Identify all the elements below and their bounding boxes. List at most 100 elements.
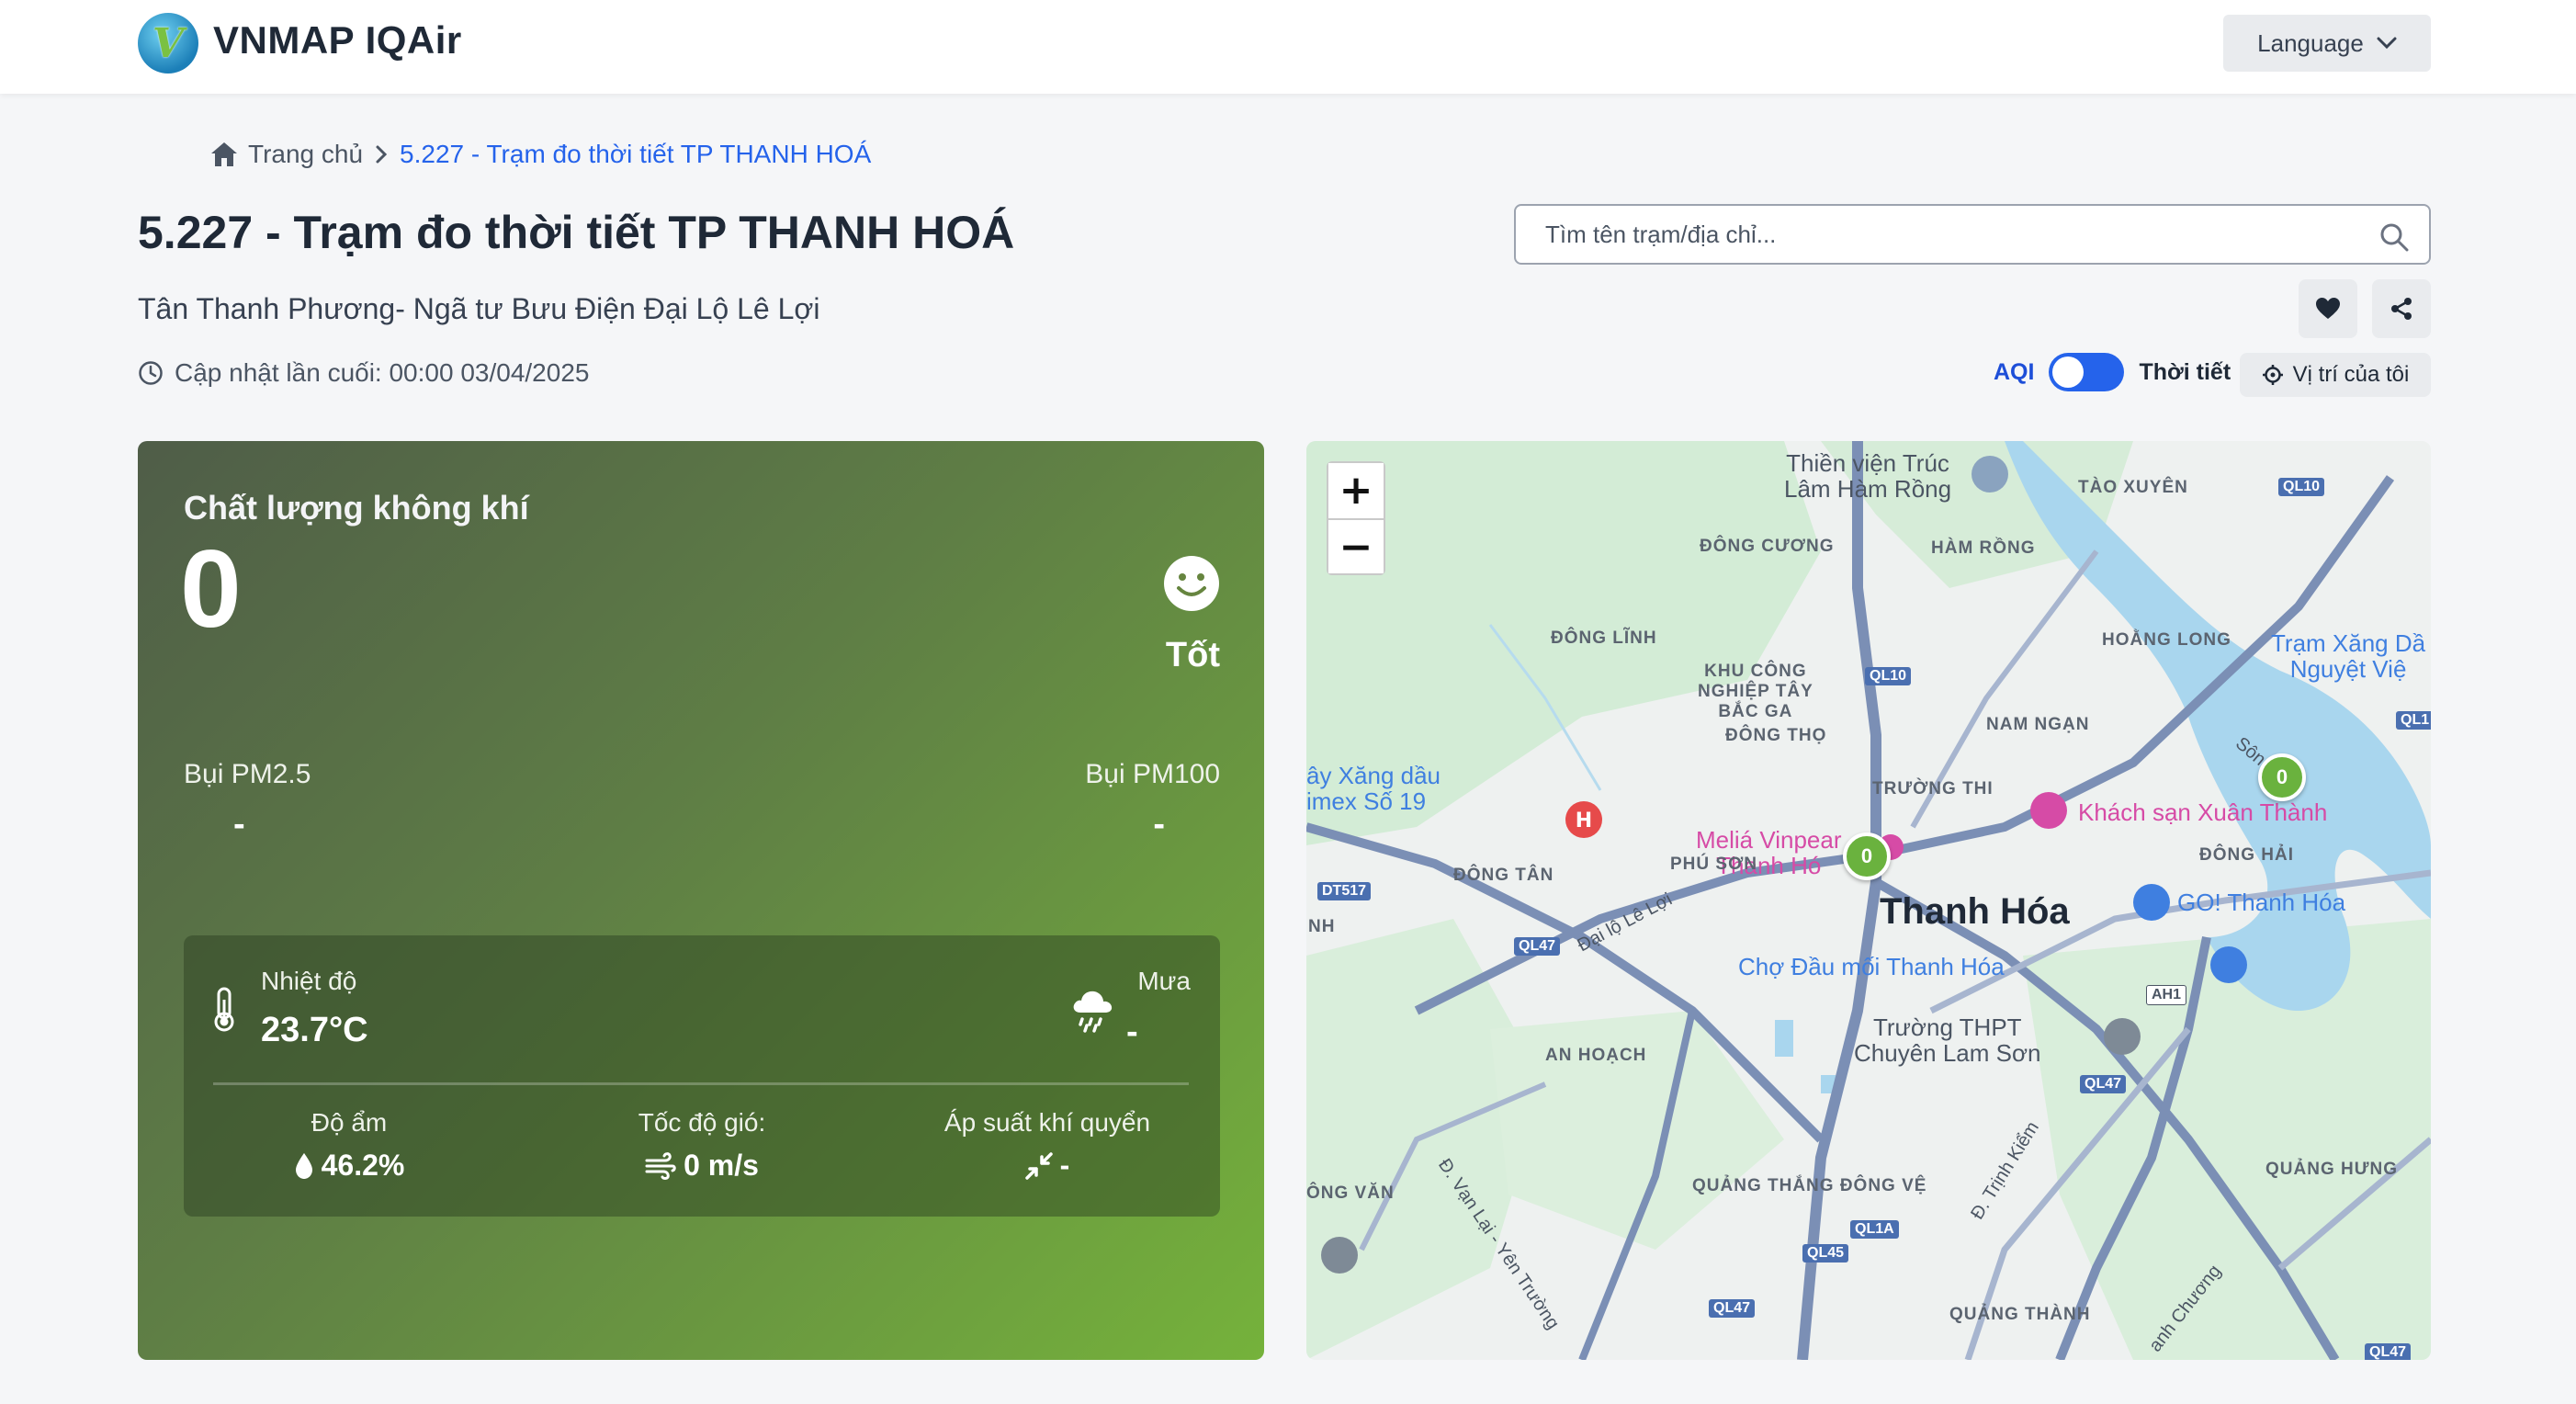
- heart-icon: [2316, 298, 2340, 319]
- my-location-label: Vị trí của tôi: [2292, 362, 2410, 387]
- language-label: Language: [2257, 28, 2364, 57]
- home-icon: [211, 142, 237, 166]
- my-location-button[interactable]: Vị trí của tôi: [2240, 353, 2431, 397]
- thermometer-icon: [214, 987, 234, 1032]
- zoom-in-button[interactable]: +: [1328, 463, 1384, 518]
- station-marker[interactable]: 0: [2258, 753, 2306, 801]
- share-icon: [2391, 298, 2412, 320]
- map-poi-tram-xang[interactable]: Trạm Xăng Dầ Nguyệt Việ: [2271, 630, 2425, 682]
- toggle-weather-label[interactable]: Thời tiết: [2139, 359, 2231, 386]
- road-tag: QL10: [2278, 478, 2325, 496]
- search-input[interactable]: [1516, 206, 2429, 263]
- humidity-value: 46.2%: [321, 1149, 405, 1182]
- wind-label: Tốc độ gió:: [638, 1108, 766, 1137]
- chevron-right-icon: [376, 145, 388, 164]
- rain-label: Mưa: [1137, 967, 1191, 995]
- temperature-value: 23.7°C: [261, 1011, 368, 1049]
- map-label-dong-tho: ĐÔNG THỌ: [1725, 726, 1827, 745]
- map-label-ham-rong: HÀM RỒNG: [1931, 538, 2036, 558]
- map-label-tao-xuyen: TÀO XUYÊN: [2078, 478, 2188, 497]
- map-poi-thien-vien[interactable]: Thiền viện Trúc Lâm Hàm Rồng: [1784, 450, 1951, 502]
- road-tag: QL47: [2080, 1075, 2127, 1093]
- map-label-quang-thang: QUẢNG THẮNG ĐÔNG VỆ: [1692, 1176, 1927, 1195]
- zoom-out-button[interactable]: −: [1328, 518, 1384, 573]
- pressure-label: Áp suất khí quyển: [943, 1108, 1151, 1137]
- road-tag: QL1: [2396, 711, 2431, 730]
- top-header: V VNMAP IQAir Language: [0, 0, 2576, 94]
- aqi-weather-toggle: AQI Thời tiết: [1994, 353, 2231, 391]
- map-label-nam-ngan: NAM NGẠN: [1986, 715, 2090, 734]
- language-dropdown[interactable]: Language: [2223, 15, 2431, 72]
- map-label-quang-hung: QUẢNG HƯNG: [2265, 1160, 2398, 1179]
- brand-name[interactable]: VNMAP IQAir: [213, 18, 462, 62]
- map-label-kcn: KHU CÔNG NGHIỆP TÂY BẮC GA: [1698, 662, 1813, 721]
- road-tag: QL10: [1865, 667, 1912, 685]
- road-tag: QL47: [1709, 1299, 1756, 1318]
- map-label-dong-hai: ĐÔNG HẢI: [2199, 845, 2294, 865]
- svg-text:H: H: [1576, 810, 1592, 832]
- pm25-label: Bụi PM2.5: [184, 759, 311, 789]
- breadcrumb-current[interactable]: 5.227 - Trạm đo thời tiết TP THANH HOÁ: [400, 140, 871, 169]
- road-tag: QL45: [1802, 1244, 1849, 1262]
- clock-icon: [139, 361, 163, 385]
- wind-value: 0 m/s: [684, 1149, 759, 1182]
- map-label-ong-van: ÔNG VĂN: [1306, 1183, 1395, 1203]
- temperature-label: Nhiệt độ: [261, 967, 357, 995]
- breadcrumb-home-label: Trang chủ: [248, 140, 364, 168]
- map-label-dong-linh: ĐÔNG LĨNH: [1551, 628, 1657, 648]
- pm25-value: -: [233, 805, 245, 844]
- search-icon[interactable]: [2379, 222, 2409, 252]
- breadcrumb-home[interactable]: Trang chủ: [209, 140, 363, 169]
- humidity-metric: Độ ẩm 46.2%: [184, 1108, 514, 1183]
- weather-divider: [213, 1082, 1189, 1085]
- pm100-value: -: [1153, 805, 1165, 844]
- weather-panel: Nhiệt độ 23.7°C Mưa - Độ ẩm 46.2% Tốc độ…: [184, 935, 1220, 1217]
- road-tag: QL47: [2365, 1343, 2412, 1360]
- rain-value: -: [1126, 1013, 1138, 1051]
- favorite-button[interactable]: [2299, 279, 2357, 338]
- road-tag: AH1: [2146, 985, 2187, 1005]
- humidity-value-row: 46.2%: [184, 1149, 514, 1183]
- station-marker[interactable]: 0: [1843, 832, 1891, 880]
- search-box: [1514, 204, 2431, 265]
- brand-logo[interactable]: V: [138, 13, 198, 74]
- pressure-value-row: -: [882, 1149, 1213, 1183]
- smile-face-icon: [1164, 556, 1219, 611]
- map-label-dong-tan: ĐÔNG TÂN: [1453, 866, 1554, 885]
- compress-icon: [1024, 1151, 1053, 1180]
- breadcrumb: Trang chủ 5.227 - Trạm đo thời tiết TP T…: [209, 140, 871, 169]
- station-map[interactable]: H + − Thiền viện Trúc Lâm Hàm Rồng TÀO X…: [1306, 441, 2431, 1360]
- toggle-knob: [2052, 357, 2085, 388]
- map-poi-khach-san[interactable]: Khách sạn Xuân Thành: [2078, 799, 2327, 825]
- map-label-quang-thanh: QUẢNG THÀNH: [1949, 1305, 2091, 1324]
- map-label-nh: NH: [1308, 917, 1336, 936]
- pm100-label: Bụi PM100: [1085, 759, 1220, 789]
- road-tag: QL47: [1514, 937, 1561, 956]
- map-poi-cho-dau-moi[interactable]: Chợ Đầu mối Thanh Hóa: [1738, 954, 2005, 979]
- map-label-truong-thi: TRƯỜNG THI: [1872, 779, 1994, 798]
- toggle-switch[interactable]: [2049, 353, 2125, 391]
- aqi-card: Chất lượng không khí 0 Tốt Bụi PM2.5 - B…: [138, 441, 1264, 1360]
- aqi-label: Chất lượng không khí: [184, 489, 529, 526]
- logo-glyph: V: [152, 19, 185, 67]
- pressure-value: -: [1059, 1149, 1070, 1182]
- map-poi-cay-xang[interactable]: ây Xăng dầu imex Số 19: [1306, 763, 1441, 814]
- share-button[interactable]: [2372, 279, 2431, 338]
- pressure-metric: Áp suất khí quyển -: [882, 1108, 1213, 1183]
- water-drop-icon: [295, 1152, 312, 1179]
- wind-value-row: 0 m/s: [537, 1149, 867, 1183]
- map-city-label: Thanh Hóa: [1880, 891, 2070, 932]
- map-label-phu-son: PHÚ SƠN: [1670, 855, 1757, 874]
- map-zoom-control: + −: [1327, 461, 1385, 575]
- last-updated-text: Cập nhật lần cuối: 00:00 03/04/2025: [175, 358, 590, 387]
- road-tag: QL1A: [1850, 1220, 1899, 1239]
- chevron-down-icon: [2377, 37, 2397, 50]
- humidity-label: Độ ẩm: [311, 1108, 388, 1137]
- rain-cloud-icon: [1073, 991, 1113, 1033]
- road-tag: DT517: [1317, 882, 1372, 900]
- map-poi-truong-thpt[interactable]: Trường THPT Chuyên Lam Sơn: [1854, 1014, 2041, 1066]
- toggle-aqi-label[interactable]: AQI: [1994, 359, 2034, 386]
- aqi-value: 0: [180, 527, 242, 651]
- aqi-status: Tốt: [1165, 636, 1220, 674]
- map-poi-go[interactable]: GO! Thanh Hóa: [2177, 889, 2345, 915]
